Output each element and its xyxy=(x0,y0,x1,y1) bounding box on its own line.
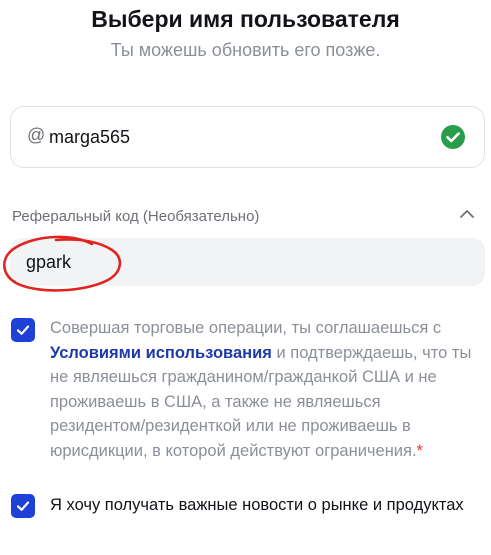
required-mark: * xyxy=(416,441,423,460)
chevron-up-icon[interactable] xyxy=(459,208,475,220)
check-circle-icon xyxy=(441,125,465,149)
page-subtitle: Ты можешь обновить его позже. xyxy=(110,40,381,60)
username-input[interactable] xyxy=(49,121,429,153)
checkmark-icon xyxy=(16,501,30,511)
referral-code-field[interactable] xyxy=(10,238,485,286)
terms-text-before: Совершая торговые операции, ты соглашаеш… xyxy=(50,319,442,337)
terms-consent-text: Совершая торговые операции, ты соглашаеш… xyxy=(50,316,480,463)
terms-checkbox[interactable] xyxy=(11,318,35,342)
at-prefix: @ xyxy=(27,125,46,145)
username-field[interactable]: @ xyxy=(10,106,485,168)
page-title: Выбери имя пользователя xyxy=(91,6,400,32)
referral-label: Реферальный код (Необязательно) xyxy=(12,208,260,225)
newsletter-consent-text: Я хочу получать важные новости о рынке и… xyxy=(50,496,464,514)
referral-code-input[interactable] xyxy=(26,246,426,278)
checkmark-icon xyxy=(16,325,30,335)
newsletter-checkbox[interactable] xyxy=(11,494,35,518)
terms-of-use-link[interactable]: Условиями использования xyxy=(50,344,272,362)
